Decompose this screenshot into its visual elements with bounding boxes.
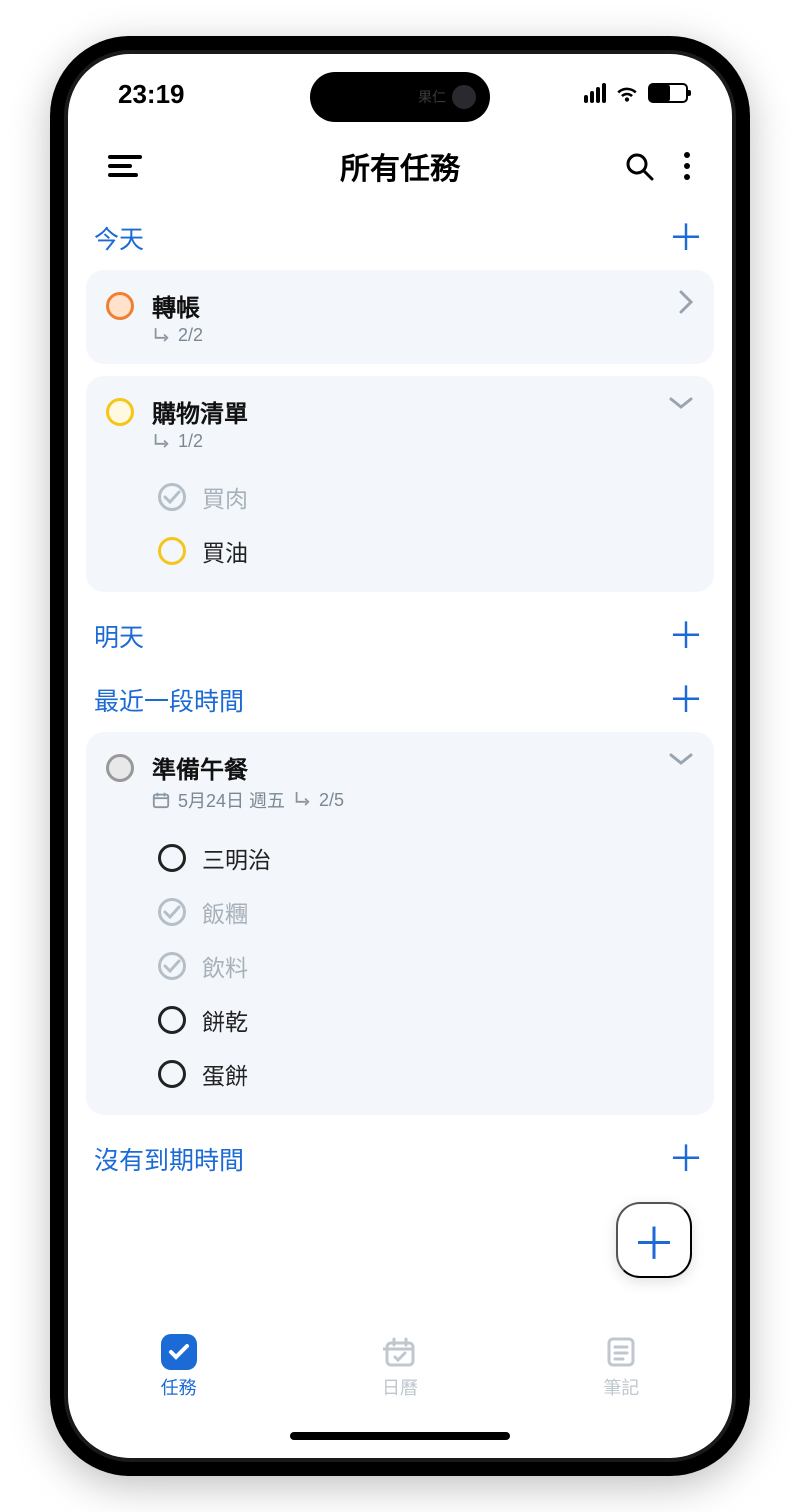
island-avatar-icon (452, 85, 476, 109)
tab-label: 任務 (161, 1374, 197, 1400)
add-task-today-button[interactable]: ＋ (664, 216, 708, 260)
menu-button[interactable] (104, 149, 146, 183)
section-title: 沒有到期時間 (94, 1141, 244, 1177)
task-card-lunch[interactable]: 準備午餐 5月24日 週五 (86, 732, 714, 1115)
subtask-item-biscuit[interactable]: 餅乾 (106, 993, 694, 1047)
more-vertical-icon (682, 151, 692, 181)
subtask-label: 飯糰 (202, 895, 248, 929)
checkmark-icon (163, 905, 181, 919)
task-progress: 1/2 (178, 431, 203, 452)
task-date: 5月24日 週五 (178, 787, 285, 813)
subtask-toggle[interactable] (158, 537, 186, 565)
wifi-icon (614, 83, 640, 103)
tab-tasks[interactable]: 任務 (161, 1334, 197, 1400)
battery-icon (648, 83, 688, 103)
tasks-tab-icon (161, 1334, 197, 1370)
tab-calendar[interactable]: 日曆 (382, 1334, 418, 1400)
page-title: 所有任務 (340, 144, 460, 188)
subtask-label: 餅乾 (202, 1003, 248, 1037)
task-meta: 5月24日 週五 2/5 (152, 787, 650, 813)
subtask-count-icon (152, 433, 170, 451)
plus-icon: ＋ (632, 1208, 676, 1272)
task-progress: 2/2 (178, 325, 203, 346)
task-card-shopping[interactable]: 購物清單 1/2 (86, 376, 714, 592)
cellular-signal-icon (584, 83, 606, 103)
subtask-toggle[interactable] (158, 483, 186, 511)
more-button[interactable] (678, 147, 696, 185)
add-task-tomorrow-button[interactable]: ＋ (664, 614, 708, 658)
subtask-toggle[interactable] (158, 844, 186, 872)
task-toggle[interactable] (106, 292, 134, 320)
section-title: 最近一段時間 (94, 682, 244, 718)
calendar-icon (152, 791, 170, 809)
section-title: 今天 (94, 220, 144, 256)
subtask-list: 買肉 買油 (86, 470, 714, 592)
task-toggle[interactable] (106, 754, 134, 782)
section-header-tomorrow[interactable]: 明天 ＋ (86, 604, 714, 668)
subtask-item-sandwich[interactable]: 三明治 (106, 831, 694, 885)
search-button[interactable] (620, 147, 658, 185)
subtask-toggle[interactable] (158, 898, 186, 926)
plus-icon: ＋ (668, 682, 704, 718)
tab-label: 日曆 (382, 1374, 418, 1400)
add-task-recent-button[interactable]: ＋ (664, 678, 708, 722)
add-task-undated-button[interactable]: ＋ (664, 1137, 708, 1181)
subtask-count-icon (293, 791, 311, 809)
plus-icon: ＋ (668, 220, 704, 256)
chevron-right-icon (676, 288, 694, 321)
task-progress: 2/5 (319, 790, 344, 811)
task-title: 購物清單 (152, 394, 650, 429)
app-screen: 果仁 23:19 (68, 54, 732, 1458)
home-indicator[interactable] (290, 1432, 510, 1440)
menu-icon (108, 153, 142, 179)
chevron-down-icon[interactable] (668, 750, 694, 773)
phone-inner: 果仁 23:19 (64, 50, 736, 1462)
checkmark-icon (163, 959, 181, 973)
chevron-down-icon[interactable] (668, 394, 694, 417)
task-title: 轉帳 (152, 288, 658, 323)
section-header-today[interactable]: 今天 ＋ (86, 206, 714, 270)
subtask-toggle[interactable] (158, 952, 186, 980)
subtask-item-meat[interactable]: 買肉 (106, 470, 694, 524)
status-time: 23:19 (118, 79, 185, 110)
subtask-label: 買油 (202, 534, 248, 568)
subtask-item-riceball[interactable]: 飯糰 (106, 885, 694, 939)
section-header-recent[interactable]: 最近一段時間 ＋ (86, 668, 714, 732)
task-title: 準備午餐 (152, 750, 650, 785)
subtask-toggle[interactable] (158, 1060, 186, 1088)
app-header: 所有任務 (68, 134, 732, 200)
phone-frame: 果仁 23:19 (50, 36, 750, 1476)
subtask-item-drink[interactable]: 飲料 (106, 939, 694, 993)
subtask-toggle[interactable] (158, 1006, 186, 1034)
task-card-transfer[interactable]: 轉帳 2/2 (86, 270, 714, 364)
task-meta: 2/2 (152, 325, 658, 346)
notes-tab-icon (603, 1334, 639, 1370)
calendar-tab-icon (382, 1334, 418, 1370)
search-icon (624, 151, 654, 181)
new-task-fab[interactable]: ＋ (616, 1202, 692, 1278)
subtask-item-oil[interactable]: 買油 (106, 524, 694, 578)
task-toggle[interactable] (106, 398, 134, 426)
tab-label: 筆記 (603, 1374, 639, 1400)
plus-icon: ＋ (668, 1141, 704, 1177)
subtask-item-eggcrepe[interactable]: 蛋餅 (106, 1047, 694, 1101)
subtask-count-icon (152, 327, 170, 345)
section-header-undated[interactable]: 沒有到期時間 ＋ (86, 1127, 714, 1191)
tab-notes[interactable]: 筆記 (603, 1334, 639, 1400)
subtask-list: 三明治 飯糰 飲料 (86, 831, 714, 1115)
plus-icon: ＋ (668, 618, 704, 654)
subtask-label: 買肉 (202, 480, 248, 514)
dynamic-island: 果仁 (310, 72, 490, 122)
checkmark-icon (163, 490, 181, 504)
subtask-label: 三明治 (202, 841, 271, 875)
task-list[interactable]: 今天 ＋ 轉帳 2/2 (68, 206, 732, 1324)
subtask-label: 飲料 (202, 949, 248, 983)
section-title: 明天 (94, 618, 144, 654)
island-label: 果仁 (418, 87, 446, 107)
subtask-label: 蛋餅 (202, 1057, 248, 1091)
task-meta: 1/2 (152, 431, 650, 452)
